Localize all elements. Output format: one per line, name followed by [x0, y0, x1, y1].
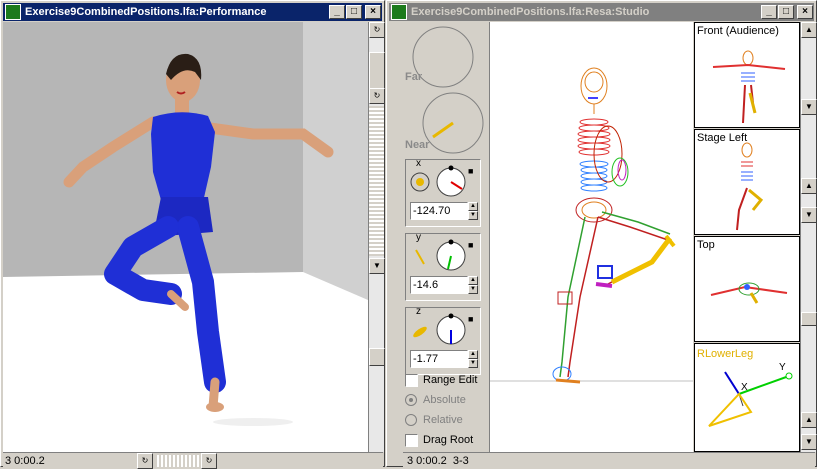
- z-value-field[interactable]: -1.77: [410, 350, 468, 368]
- studio-title: Exercise9CombinedPositions.lfa:Resa:Stud…: [411, 6, 650, 18]
- y-value-field[interactable]: -14.6: [410, 276, 468, 294]
- x-value-field[interactable]: -124.70: [410, 202, 468, 220]
- x-rotation-dial[interactable]: [434, 162, 468, 198]
- view-thumbnails: Front (Audience) Stage Left Top RLowerLe…: [694, 22, 800, 452]
- performance-viewport[interactable]: [3, 22, 368, 452]
- x-spin-down[interactable]: ▼: [468, 211, 478, 220]
- scroll-down-button[interactable]: ▼: [369, 258, 385, 274]
- x-spin-up[interactable]: ▲: [468, 202, 478, 211]
- maximize-button[interactable]: □: [346, 5, 362, 19]
- close-button[interactable]: ×: [797, 5, 813, 19]
- near-label: Near: [405, 139, 430, 151]
- scroll-thumb[interactable]: [369, 52, 385, 92]
- scroll-up-button[interactable]: ▲: [801, 178, 817, 194]
- y-rotation-dial[interactable]: [434, 236, 468, 272]
- front-view-figure: [712, 50, 786, 124]
- far-label: Far: [405, 71, 423, 83]
- near-dial[interactable]: [421, 91, 485, 155]
- rotate-icon[interactable]: ↻: [369, 88, 385, 104]
- lock-icon[interactable]: ■: [468, 166, 473, 176]
- performance-titlebar[interactable]: Exercise9CombinedPositions.lfa:Performan…: [3, 3, 382, 21]
- relative-radio[interactable]: [405, 414, 417, 426]
- z-rotation-panel: z ■ -1.77 ▲ ▼: [405, 306, 481, 375]
- z-small-dial[interactable]: [408, 316, 432, 344]
- rotate-icon[interactable]: ↻: [369, 22, 385, 38]
- y-rotation-panel: y ■ -14.6 ▲ ▼: [405, 232, 481, 301]
- range-edit-checkbox[interactable]: [405, 374, 418, 387]
- scroll-thumb[interactable]: [801, 312, 817, 326]
- maximize-button[interactable]: □: [778, 5, 794, 19]
- scroll-up-button[interactable]: ▲: [801, 22, 817, 38]
- studio-main-viewport[interactable]: [489, 22, 693, 452]
- studio-scrollbar[interactable]: ▲ ▼ ▲ ▼ ▲ ▼: [800, 22, 817, 452]
- range-edit-label: Range Edit: [423, 374, 478, 386]
- minimize-button[interactable]: _: [329, 5, 345, 19]
- scroll-up-button[interactable]: ▲: [801, 412, 817, 428]
- performance-window: Exercise9CombinedPositions.lfa:Performan…: [0, 0, 385, 469]
- bone-axis-figure: [708, 371, 793, 427]
- x-small-dial[interactable]: [408, 168, 432, 196]
- axis-x-label: X: [741, 382, 748, 393]
- scroll-thumb-lower[interactable]: [369, 348, 385, 366]
- lock-icon[interactable]: ■: [468, 314, 473, 324]
- studio-titlebar[interactable]: Exercise9CombinedPositions.lfa:Resa:Stud…: [389, 3, 814, 21]
- stage-scene: [3, 22, 368, 452]
- z-rotation-dial[interactable]: [434, 310, 468, 346]
- absolute-radio[interactable]: [405, 394, 417, 406]
- stage-left-figure: [736, 142, 764, 231]
- studio-window: Exercise9CombinedPositions.lfa:Resa:Stud…: [386, 0, 817, 469]
- close-button[interactable]: ×: [365, 5, 381, 19]
- minimize-button[interactable]: _: [761, 5, 777, 19]
- front-view[interactable]: Front (Audience): [694, 22, 800, 128]
- performance-scrollbar[interactable]: ↻ ↻ ▼: [368, 22, 385, 452]
- x-rotation-panel: x ■ -124.70 ▲ ▼: [405, 158, 481, 227]
- top-view-figure: [710, 282, 788, 304]
- camera-controls: Far Near x ■ -124.70 ▲ ▼ y ■ -14.6 ▲ ▼ z…: [403, 23, 489, 451]
- scroll-down-button[interactable]: ▼: [801, 434, 817, 450]
- top-view[interactable]: Top: [694, 236, 800, 342]
- axis-y-label: Y: [779, 362, 786, 373]
- performance-title: Exercise9CombinedPositions.lfa:Performan…: [25, 6, 267, 18]
- app-icon: [5, 4, 21, 20]
- stage-left-view[interactable]: Stage Left: [694, 129, 800, 235]
- drag-root-checkbox[interactable]: [405, 434, 418, 447]
- scroll-track[interactable]: [369, 106, 384, 256]
- performance-status-bar: 3 0:00.2 ↻ ↻: [3, 452, 383, 469]
- selected-bone-view[interactable]: RLowerLeg X Y: [694, 343, 800, 452]
- y-spin-up[interactable]: ▲: [468, 276, 478, 285]
- app-icon: [391, 4, 407, 20]
- scroll-down-button[interactable]: ▼: [801, 207, 817, 223]
- drag-root-label: Drag Root: [423, 434, 474, 446]
- y-small-dial[interactable]: [408, 242, 432, 270]
- studio-status-bar: 3 0:00.2 3-3: [403, 452, 815, 469]
- relative-label: Relative: [423, 414, 463, 426]
- y-spin-down[interactable]: ▼: [468, 285, 478, 294]
- z-spin-down[interactable]: ▼: [468, 359, 478, 368]
- wireframe-figure: [490, 67, 693, 384]
- scroll-down-button[interactable]: ▼: [801, 99, 817, 115]
- absolute-label: Absolute: [423, 394, 466, 406]
- lock-icon[interactable]: ■: [468, 240, 473, 250]
- z-spin-up[interactable]: ▲: [468, 350, 478, 359]
- horizontal-track[interactable]: [155, 455, 201, 467]
